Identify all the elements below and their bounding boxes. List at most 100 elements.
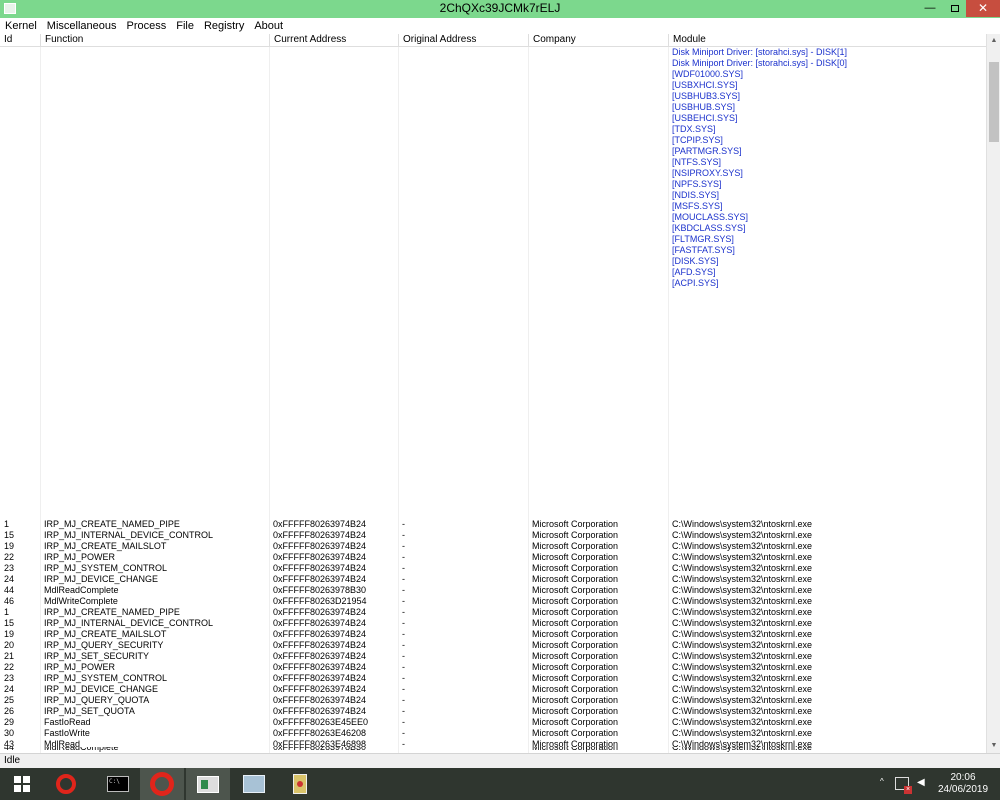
module-link-row[interactable]: [NPFS.SYS] bbox=[0, 179, 986, 190]
module-link-row[interactable]: [NDIS.SYS] bbox=[0, 190, 986, 201]
cell-original-address: - bbox=[402, 607, 405, 617]
title-bar[interactable]: 2ChQXc39JCMk7rELJ — ✕ bbox=[0, 0, 1000, 18]
module-link[interactable]: [PARTMGR.SYS] bbox=[668, 146, 986, 157]
module-link-row[interactable]: [MOUCLASS.SYS] bbox=[0, 212, 986, 223]
module-link[interactable]: [AFD.SYS] bbox=[668, 267, 986, 278]
module-link-row[interactable]: [PARTMGR.SYS] bbox=[0, 146, 986, 157]
taskbar-power-app[interactable] bbox=[278, 768, 322, 800]
module-link-row[interactable]: [NSIPROXY.SYS] bbox=[0, 168, 986, 179]
column-header-original-address[interactable]: Original Address bbox=[399, 34, 529, 47]
module-link[interactable]: [NSIPROXY.SYS] bbox=[668, 168, 986, 179]
column-header-function[interactable]: Function bbox=[41, 34, 270, 47]
module-link[interactable]: [USBXHCI.SYS] bbox=[668, 80, 986, 91]
menu-file[interactable]: File bbox=[171, 18, 199, 34]
module-link[interactable]: [FLTMGR.SYS] bbox=[668, 234, 986, 245]
table-row[interactable]: 29 FastIoRead 0xFFFFF80263E45EE0 - Microsoft… bbox=[0, 717, 986, 728]
module-link-row[interactable]: [NTFS.SYS] bbox=[0, 157, 986, 168]
module-link[interactable]: [MOUCLASS.SYS] bbox=[668, 212, 986, 223]
table-row[interactable]: 21 IRP_MJ_SET_SECURITY 0xFFFFF80263974B24 -… bbox=[0, 651, 986, 662]
module-link-row[interactable]: [KBDCLASS.SYS] bbox=[0, 223, 986, 234]
module-link-row[interactable]: [USBEHCI.SYS] bbox=[0, 113, 986, 124]
menu-miscellaneous[interactable]: Miscellaneous bbox=[42, 18, 122, 34]
module-link[interactable]: [ACPI.SYS] bbox=[668, 278, 986, 289]
system-clock[interactable]: 20:06 24/06/2019 bbox=[938, 772, 988, 796]
module-link[interactable]: [NPFS.SYS] bbox=[668, 179, 986, 190]
column-header-id[interactable]: Id bbox=[0, 34, 41, 47]
module-link[interactable]: [NTFS.SYS] bbox=[668, 157, 986, 168]
table-row[interactable]: 23 IRP_MJ_SYSTEM_CONTROL 0xFFFFF80263974B2… bbox=[0, 563, 986, 574]
vertical-scrollbar[interactable]: ▲ ▼ bbox=[986, 34, 1000, 753]
table-row[interactable]: 24 IRP_MJ_DEVICE_CHANGE 0xFFFFF80263974B24… bbox=[0, 684, 986, 695]
module-link[interactable]: [USBHUB.SYS] bbox=[668, 102, 986, 113]
table-row[interactable]: 1 IRP_MJ_CREATE_NAMED_PIPE 0xFFFFF80263974… bbox=[0, 519, 986, 530]
table-row[interactable]: 15 IRP_MJ_INTERNAL_DEVICE_CONTROL 0xFFFFF8… bbox=[0, 618, 986, 629]
module-link[interactable]: [KBDCLASS.SYS] bbox=[668, 223, 986, 234]
tray-chevron-up-icon[interactable]: ^ bbox=[880, 777, 890, 800]
module-link[interactable]: [USBHUB3.SYS] bbox=[668, 91, 986, 102]
menu-registry[interactable]: Registry bbox=[199, 18, 249, 34]
module-link[interactable]: [TCPIP.SYS] bbox=[668, 135, 986, 146]
table-row[interactable]: 30 FastIoWrite 0xFFFFF80263E46208 - Microsof… bbox=[0, 728, 986, 739]
module-link-row[interactable]: [FASTFAT.SYS] bbox=[0, 245, 986, 256]
module-link-row[interactable]: [WDF01000.SYS] bbox=[0, 69, 986, 80]
taskbar-command-prompt[interactable]: C:\ bbox=[96, 768, 140, 800]
module-link[interactable]: [DISK.SYS] bbox=[668, 256, 986, 267]
table-row[interactable]: 43 MdlRead 0xFFFFF80263E46898 - Microsoft Co… bbox=[0, 739, 986, 750]
table-row[interactable]: 24 IRP_MJ_DEVICE_CHANGE 0xFFFFF80263974B24… bbox=[0, 574, 986, 585]
column-header-module[interactable]: Module bbox=[669, 34, 986, 47]
module-link[interactable]: [NDIS.SYS] bbox=[668, 190, 986, 201]
table-row[interactable]: 22 IRP_MJ_POWER 0xFFFFF80263974B24 - Microso… bbox=[0, 552, 986, 563]
start-button[interactable] bbox=[6, 768, 38, 800]
module-link[interactable]: Disk Miniport Driver: [storahci.sys] - D… bbox=[668, 47, 986, 58]
column-header-current-address[interactable]: Current Address bbox=[270, 34, 399, 47]
taskbar-opera[interactable] bbox=[44, 768, 88, 800]
table-row[interactable]: 20 IRP_MJ_QUERY_SECURITY 0xFFFFF80263974B2… bbox=[0, 640, 986, 651]
scroll-down-arrow-icon[interactable]: ▼ bbox=[987, 739, 1000, 753]
close-button[interactable]: ✕ bbox=[966, 0, 1000, 17]
module-link-row[interactable]: [FLTMGR.SYS] bbox=[0, 234, 986, 245]
module-link[interactable]: [MSFS.SYS] bbox=[668, 201, 986, 212]
module-link-row[interactable]: [USBHUB3.SYS] bbox=[0, 91, 986, 102]
scrollbar-thumb[interactable] bbox=[989, 62, 999, 142]
module-link[interactable]: [WDF01000.SYS] bbox=[668, 69, 986, 80]
table-row[interactable]: 23 IRP_MJ_SYSTEM_CONTROL 0xFFFFF80263974B2… bbox=[0, 673, 986, 684]
menu-about[interactable]: About bbox=[249, 18, 288, 34]
table-row[interactable]: 22 IRP_MJ_POWER 0xFFFFF80263974B24 - Microso… bbox=[0, 662, 986, 673]
module-link-row[interactable]: [USBXHCI.SYS] bbox=[0, 80, 986, 91]
module-link[interactable]: [USBEHCI.SYS] bbox=[668, 113, 986, 124]
column-header-company[interactable]: Company bbox=[529, 34, 669, 47]
module-link-row[interactable]: Disk Miniport Driver: [storahci.sys] - D… bbox=[0, 47, 986, 58]
module-link-row[interactable]: [ACPI.SYS] bbox=[0, 278, 986, 289]
module-link-row[interactable]: [USBHUB.SYS] bbox=[0, 102, 986, 113]
module-link-row[interactable]: [TCPIP.SYS] bbox=[0, 135, 986, 146]
menu-process[interactable]: Process bbox=[122, 18, 172, 34]
cell-id: 23 bbox=[4, 673, 15, 683]
module-link-row[interactable]: [MSFS.SYS] bbox=[0, 201, 986, 212]
taskbar-opera-active[interactable] bbox=[140, 768, 184, 800]
module-link[interactable]: Disk Miniport Driver: [storahci.sys] - D… bbox=[668, 58, 986, 69]
module-link-row[interactable]: [TDX.SYS] bbox=[0, 124, 986, 135]
table-row[interactable]: 19 IRP_MJ_CREATE_MAILSLOT 0xFFFFF80263974B… bbox=[0, 629, 986, 640]
results-grid[interactable]: 44 MdlReadComplete 0xFFFFF80263978B30 Mi… bbox=[0, 47, 986, 753]
cell-company: Microsoft Corporation bbox=[532, 717, 619, 727]
minimize-button[interactable]: — bbox=[916, 0, 944, 17]
network-disconnected-icon[interactable] bbox=[895, 777, 912, 794]
module-link-row[interactable]: Disk Miniport Driver: [storahci.sys] - D… bbox=[0, 58, 986, 69]
module-link-row[interactable]: [DISK.SYS] bbox=[0, 256, 986, 267]
taskbar-current-app[interactable] bbox=[186, 768, 230, 800]
module-link[interactable]: [TDX.SYS] bbox=[668, 124, 986, 135]
table-row[interactable]: 1 IRP_MJ_CREATE_NAMED_PIPE 0xFFFFF80263974… bbox=[0, 607, 986, 618]
table-row[interactable]: 26 IRP_MJ_SET_QUOTA 0xFFFFF80263974B24 - Mic… bbox=[0, 706, 986, 717]
maximize-button[interactable] bbox=[944, 0, 966, 17]
table-row[interactable]: 25 IRP_MJ_QUERY_QUOTA 0xFFFFF80263974B24 - M… bbox=[0, 695, 986, 706]
table-row[interactable]: 15 IRP_MJ_INTERNAL_DEVICE_CONTROL 0xFFFFF8… bbox=[0, 530, 986, 541]
table-row[interactable]: 19 IRP_MJ_CREATE_MAILSLOT 0xFFFFF80263974B… bbox=[0, 541, 986, 552]
module-link-row[interactable]: [AFD.SYS] bbox=[0, 267, 986, 278]
module-link[interactable]: [FASTFAT.SYS] bbox=[668, 245, 986, 256]
scroll-up-arrow-icon[interactable]: ▲ bbox=[987, 34, 1000, 48]
table-row[interactable]: 46 MdlWriteComplete 0xFFFFF80263D21954 - Mic… bbox=[0, 596, 986, 607]
volume-icon[interactable]: ◀ bbox=[917, 777, 929, 789]
taskbar-resource-monitor[interactable] bbox=[232, 768, 276, 800]
menu-kernel[interactable]: Kernel bbox=[0, 18, 42, 34]
table-row[interactable]: 44 MdlReadComplete 0xFFFFF80263978B30 - Micr… bbox=[0, 585, 986, 596]
